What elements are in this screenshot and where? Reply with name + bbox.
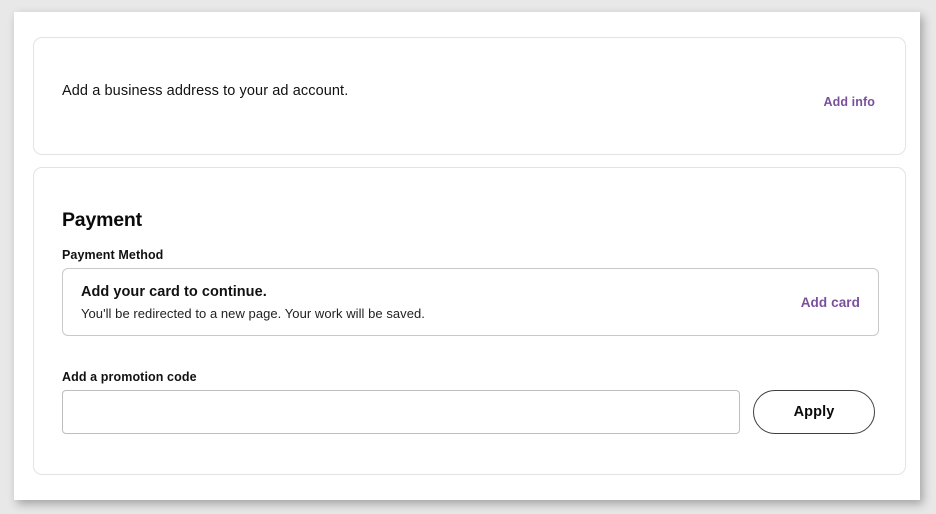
- add-info-link[interactable]: Add info: [824, 95, 875, 109]
- apply-promotion-button[interactable]: Apply: [753, 390, 875, 434]
- promotion-code-label: Add a promotion code: [62, 370, 197, 384]
- add-card-subtitle: You'll be redirected to a new page. Your…: [81, 306, 425, 321]
- promotion-code-input[interactable]: [62, 390, 740, 434]
- payment-card: Payment Payment Method Add your card to …: [33, 167, 906, 475]
- business-address-message: Add a business address to your ad accoun…: [62, 83, 349, 99]
- payment-method-label: Payment Method: [62, 248, 164, 262]
- page-surface: Add a business address to your ad accoun…: [14, 12, 920, 500]
- add-card-title: Add your card to continue.: [81, 284, 267, 300]
- business-address-card: Add a business address to your ad accoun…: [33, 37, 906, 155]
- add-card-link[interactable]: Add card: [801, 295, 860, 310]
- add-card-panel: Add your card to continue. You'll be red…: [62, 268, 879, 336]
- payment-heading: Payment: [62, 209, 142, 231]
